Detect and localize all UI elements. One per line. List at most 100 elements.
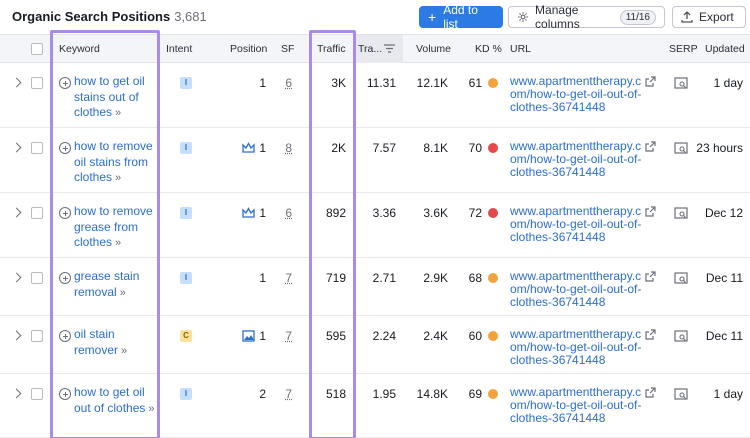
add-keyword-icon[interactable] — [59, 388, 71, 400]
col-traffic[interactable]: Traffic — [317, 43, 346, 55]
url-link[interactable]: www.apartmenttherapy.com/how-to-get-oil-… — [510, 140, 643, 179]
col-traffic-pct[interactable]: Tra... — [358, 43, 382, 55]
kd-status-dot — [488, 273, 498, 283]
add-keyword-icon[interactable] — [59, 272, 71, 284]
kd-value: 69 — [468, 387, 482, 401]
export-label: Export — [699, 10, 734, 24]
sf-count[interactable]: 6 — [280, 206, 292, 220]
external-link-icon[interactable] — [645, 76, 656, 87]
row-checkbox[interactable] — [31, 330, 43, 342]
col-keyword[interactable]: Keyword — [59, 43, 100, 55]
keyword-text: oil stain remover — [74, 327, 119, 357]
serp-snapshot-icon[interactable] — [674, 388, 688, 400]
sf-count[interactable]: 7 — [280, 271, 292, 285]
table-row[interactable]: how to remove grease from clothes» I 1 6… — [0, 193, 750, 258]
col-intent[interactable]: Intent — [166, 43, 192, 55]
double-chevron-icon[interactable]: » — [121, 345, 127, 357]
add-keyword-icon[interactable] — [59, 330, 71, 342]
row-checkbox[interactable] — [31, 388, 43, 400]
external-link-icon[interactable] — [645, 329, 656, 340]
table-row[interactable]: how to get oil stains out of clothes» I … — [0, 63, 750, 128]
double-chevron-icon[interactable]: » — [115, 107, 121, 119]
intent-badge: I — [180, 142, 192, 154]
expand-chevron-icon[interactable] — [11, 388, 22, 399]
volume-value: 14.8K — [416, 387, 448, 401]
keyword-link[interactable]: how to get oil out of clothes» — [74, 385, 158, 417]
serp-snapshot-icon[interactable] — [674, 272, 688, 284]
url-link[interactable]: www.apartmenttherapy.com/how-to-get-oil-… — [510, 328, 643, 367]
kd-value: 70 — [468, 141, 482, 155]
url-link[interactable]: www.apartmenttherapy.com/how-to-get-oil-… — [510, 205, 643, 244]
table-row[interactable]: oil stain remover» C 1 7 595 2.24 2.4K 6… — [0, 316, 750, 374]
add-keyword-icon[interactable] — [59, 207, 71, 219]
keyword-link[interactable]: how to remove oil stains from clothes» — [74, 139, 158, 187]
external-link-icon[interactable] — [645, 271, 656, 282]
sort-icon[interactable] — [384, 44, 395, 53]
intent-badge: I — [180, 77, 192, 89]
expand-chevron-icon[interactable] — [11, 77, 22, 88]
keyword-link[interactable]: grease stain removal» — [74, 269, 158, 301]
col-volume[interactable]: Volume — [416, 43, 451, 55]
kd-status-dot — [488, 78, 498, 88]
col-serp[interactable]: SERP — [669, 43, 698, 55]
external-link-icon[interactable] — [645, 141, 656, 152]
traffic-value: 892 — [325, 206, 346, 220]
manage-columns-label: Manage columns — [535, 3, 580, 31]
url-link[interactable]: www.apartmenttherapy.com/how-to-get-oil-… — [510, 386, 643, 425]
traffic-pct-value: 3.36 — [372, 206, 396, 220]
double-chevron-icon[interactable]: » — [115, 237, 121, 249]
external-link-icon[interactable] — [645, 387, 656, 398]
add-to-list-button[interactable]: + Add to list — [419, 3, 503, 31]
row-checkbox[interactable] — [31, 142, 43, 154]
col-url[interactable]: URL — [510, 43, 531, 55]
expand-chevron-icon[interactable] — [11, 272, 22, 283]
expand-chevron-icon[interactable] — [11, 207, 22, 218]
col-sf[interactable]: SF — [281, 43, 294, 55]
sf-count[interactable]: 7 — [280, 329, 292, 343]
url-link[interactable]: www.apartmenttherapy.com/how-to-get-oil-… — [510, 270, 643, 309]
serp-snapshot-icon[interactable] — [674, 207, 688, 219]
keyword-link[interactable]: how to remove grease from clothes» — [74, 204, 158, 252]
volume-value: 8.1K — [423, 141, 448, 155]
sf-count[interactable]: 8 — [280, 141, 292, 155]
report-title: Organic Search Positions — [12, 9, 171, 24]
serp-snapshot-icon[interactable] — [674, 330, 688, 342]
intent-badge: I — [180, 388, 192, 400]
url-link[interactable]: www.apartmenttherapy.com/how-to-get-oil-… — [510, 75, 643, 114]
table-row[interactable]: grease stain removal» I 1 7 719 2.71 2.9… — [0, 258, 750, 316]
traffic-value: 2K — [331, 141, 346, 155]
sf-count[interactable]: 6 — [280, 76, 292, 90]
traffic-pct-value: 11.31 — [366, 76, 396, 90]
external-link-icon[interactable] — [645, 206, 656, 217]
manage-columns-button[interactable]: Manage columns 11/16 — [508, 3, 665, 31]
col-kd[interactable]: KD % — [475, 43, 502, 55]
row-checkbox[interactable] — [31, 272, 43, 284]
double-chevron-icon[interactable]: » — [148, 403, 154, 415]
traffic-value: 518 — [325, 387, 346, 401]
expand-chevron-icon[interactable] — [11, 142, 22, 153]
col-position[interactable]: Position — [230, 43, 267, 55]
keyword-link[interactable]: oil stain remover» — [74, 327, 158, 359]
double-chevron-icon[interactable]: » — [120, 287, 126, 299]
serp-snapshot-icon[interactable] — [674, 142, 688, 154]
serp-snapshot-icon[interactable] — [674, 77, 688, 89]
col-updated[interactable]: Updated — [705, 43, 745, 55]
kd-status-dot — [488, 208, 498, 218]
row-checkbox[interactable] — [31, 207, 43, 219]
double-chevron-icon[interactable]: » — [115, 172, 121, 184]
select-all-checkbox[interactable] — [31, 43, 43, 55]
sf-count[interactable]: 7 — [280, 387, 292, 401]
add-keyword-icon[interactable] — [59, 77, 71, 89]
volume-value: 12.1K — [416, 76, 448, 90]
row-checkbox[interactable] — [31, 77, 43, 89]
add-keyword-icon[interactable] — [59, 142, 71, 154]
plus-icon: + — [428, 9, 437, 25]
updated-value: Dec 12 — [704, 206, 743, 220]
table-row[interactable]: how to remove oil stains from clothes» I… — [0, 128, 750, 193]
export-button[interactable]: Export — [672, 6, 746, 28]
expand-chevron-icon[interactable] — [11, 330, 22, 341]
position-value: 1 — [259, 141, 266, 155]
keyword-link[interactable]: how to get oil stains out of clothes» — [74, 74, 158, 122]
table-row[interactable]: how to get oil out of clothes» I 2 7 518… — [0, 374, 750, 438]
add-to-list-label: Add to list — [443, 3, 478, 31]
